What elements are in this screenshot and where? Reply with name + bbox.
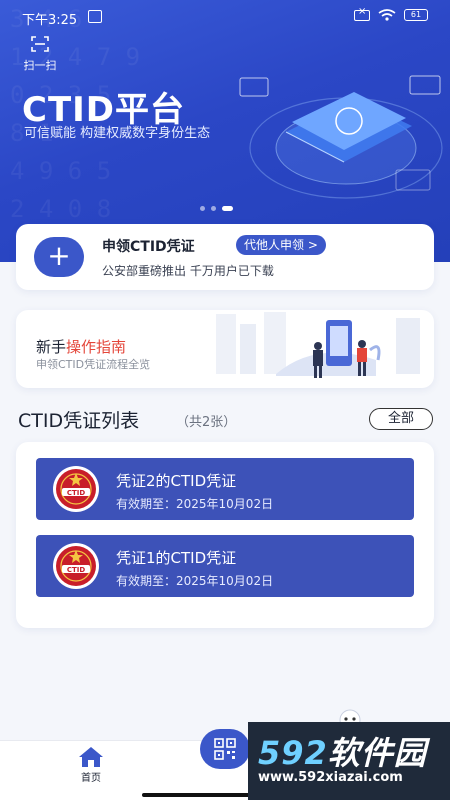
scan-button[interactable]: 扫一扫: [18, 36, 62, 72]
tab-home[interactable]: 首页: [68, 745, 114, 784]
credential-list: CTID 凭证2的CTID凭证 有效期至：2025年10月02日 CTID 凭证…: [16, 442, 434, 628]
watermark-url: www.592xiazai.com: [258, 770, 403, 785]
watermark-number: 592: [258, 734, 328, 772]
carousel-dots: [200, 206, 233, 211]
status-bar: 下午3:25 61: [0, 0, 450, 34]
watermark-text: 软件园: [327, 734, 427, 772]
carousel-dot[interactable]: [200, 206, 205, 211]
credential-list-title: CTID凭证列表: [18, 410, 140, 432]
credential-validity: 有效期至：2025年10月02日: [116, 497, 274, 511]
ctid-seal-icon: CTID: [53, 466, 99, 512]
status-icons: 61: [354, 6, 428, 21]
guide-title-highlight: 操作指南: [66, 338, 127, 356]
apply-title: 申领CTID凭证: [102, 239, 195, 255]
status-time: 下午3:25: [22, 13, 78, 28]
apply-description: 公安部重磅推出 千万用户已下载: [102, 264, 274, 278]
credential-name: 凭证2的CTID凭证: [116, 472, 237, 490]
qr-code-icon: [214, 738, 236, 760]
guide-illustration: [216, 312, 420, 378]
svg-text:CTID: CTID: [67, 566, 86, 574]
apply-for-others-button[interactable]: 代他人申领 >: [236, 235, 326, 255]
nfc-icon: [88, 10, 102, 23]
carousel-dot-active[interactable]: [222, 206, 233, 211]
scan-icon: [31, 36, 49, 52]
carousel-dot[interactable]: [211, 206, 216, 211]
credential-validity: 有效期至：2025年10月02日: [116, 574, 274, 588]
hero-subtitle: 可信赋能 构建权威数字身份生态: [24, 126, 211, 141]
home-icon: [79, 747, 103, 767]
scan-label: 扫一扫: [23, 59, 57, 72]
guide-title-prefix: 新手: [36, 338, 67, 356]
guide-description: 申领CTID凭证流程全览: [36, 358, 151, 371]
add-credential-button[interactable]: +: [34, 237, 84, 277]
beginner-guide-card[interactable]: 新手操作指南 申领CTID凭证流程全览: [16, 310, 434, 388]
wifi-icon: [378, 9, 396, 21]
show-all-button[interactable]: 全部: [369, 408, 433, 430]
site-watermark: 592软件园 www.592xiazai.com: [248, 722, 450, 800]
credential-count: （共2张）: [176, 415, 237, 430]
guide-title: 新手操作指南: [36, 336, 126, 357]
tab-home-label: 首页: [81, 773, 101, 784]
plus-icon: +: [47, 239, 71, 272]
credential-item[interactable]: CTID 凭证2的CTID凭证 有效期至：2025年10月02日: [36, 458, 414, 520]
svg-text:CTID: CTID: [67, 489, 86, 497]
no-sim-icon: [354, 6, 370, 21]
hero-id-card-illustration: [239, 75, 443, 199]
bg-digits-row: 4 9 6 5: [10, 157, 112, 185]
hero-banner[interactable]: 3 4 6 1 2 4 7 9 0 2 3 5 8 1 4 9 6 5 2 4 …: [0, 0, 450, 262]
ctid-seal-icon: CTID: [53, 543, 99, 589]
credential-name: 凭证1的CTID凭证: [116, 549, 237, 567]
apply-credential-card[interactable]: + 申领CTID凭证 代他人申领 > 公安部重磅推出 千万用户已下载: [16, 224, 434, 290]
battery-icon: 61: [404, 9, 428, 21]
credential-item[interactable]: CTID 凭证1的CTID凭证 有效期至：2025年10月02日: [36, 535, 414, 597]
watermark-brand: 592软件园: [258, 728, 427, 774]
qr-code-button[interactable]: [200, 729, 250, 769]
